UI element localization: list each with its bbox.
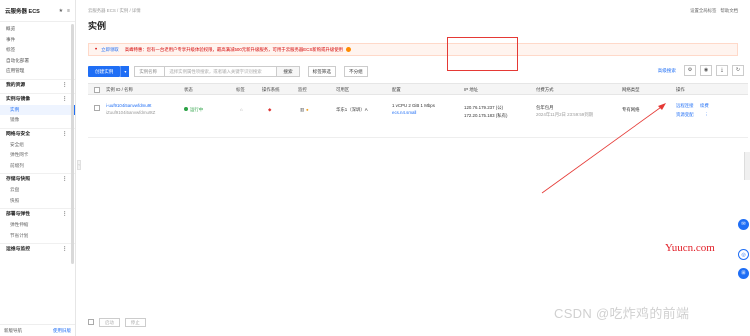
sidebar-item[interactable]: 安全组 (0, 140, 75, 151)
sidebar-header: 云服务器 ECS ★ ≡ (0, 0, 75, 22)
notice-bullet-icon: • (95, 46, 98, 53)
feedback-side-tab[interactable] (744, 152, 750, 180)
toolbar: 创建实例 ▾ 实例名称 选择实例属性项搜索，或者输入关键字识别搜索 搜索 标签筛… (88, 65, 744, 77)
group-toggle-icon[interactable]: ⋮ (62, 129, 67, 140)
sidebar-item[interactable]: 标签 (0, 45, 75, 56)
search-field-select[interactable]: 实例名称 (134, 65, 166, 77)
notice-claim-link[interactable]: 立即领取 (101, 47, 119, 53)
sidebar-group-label: 存储与快照 (6, 177, 30, 182)
menu-icon[interactable]: ≡ (67, 8, 70, 14)
sidebar-group-label: 运维与监控 (6, 247, 30, 252)
sidebar-group[interactable]: 运维与监控 ⋮ (0, 243, 75, 255)
new-nav-link[interactable]: 新版导航 (4, 328, 22, 334)
start-button[interactable]: 启动 (99, 317, 120, 327)
sidebar-collapse-handle[interactable]: ‹ (77, 160, 81, 170)
tag-icon[interactable]: ⌂ (240, 107, 243, 112)
group-toggle-icon[interactable]: ⋮ (62, 80, 67, 91)
breadcrumb: 云服务器 ECS / 实例 / 详情 (88, 8, 141, 13)
instance-name: iZuuf9104i5anvwfdmu9tZ (106, 110, 156, 115)
renew-link[interactable]: 续费 (700, 103, 709, 109)
notice-badge-icon (346, 47, 352, 52)
select-all-checkbox[interactable] (94, 87, 100, 93)
resize-link[interactable]: 资源变配 (676, 112, 694, 118)
sidebar-group[interactable]: 实例与镜像 ⋮ (0, 92, 75, 105)
help-doc-link[interactable]: 帮助文档 (720, 8, 738, 14)
create-instance-button[interactable]: 创建实例 (88, 65, 121, 77)
status-dot-icon (184, 107, 188, 111)
bottom-select-all-checkbox[interactable] (88, 319, 94, 325)
global-tag-link[interactable]: 设置全局标签 (690, 8, 716, 14)
group-select[interactable]: 不分组 (343, 65, 368, 77)
table-header: 实例 ID / 名称 状态 标签 操作系统 监控 可用区 配置 IP 地址 付费… (88, 83, 748, 95)
sidebar-item[interactable]: 应用管理 (0, 66, 75, 77)
sidebar-group-label: 实例与镜像 (6, 96, 30, 102)
search-input[interactable]: 选择实例属性项搜索，或者输入关键字识别搜索 (165, 65, 278, 77)
star-icon[interactable]: ★ (59, 8, 63, 14)
sidebar-item[interactable]: 云盘 (0, 185, 75, 196)
public-ip: 120.76.179.237 (公) (464, 105, 504, 110)
promo-notice: • 立即领取 高峰特惠：您有一台老用户专享升级体验权限，最高满减500元新升级服… (88, 43, 738, 56)
annotation-arrow (541, 103, 666, 194)
sidebar-group-label: 网络与安全 (6, 131, 30, 137)
search-button[interactable]: 搜索 (277, 65, 300, 77)
sidebar-item[interactable]: 事件 (0, 35, 75, 46)
stop-button[interactable]: 停止 (124, 317, 146, 327)
instance-id-link[interactable]: i-uuf9104i5anvwfdmu9t (106, 103, 151, 108)
robot-icon[interactable]: ◎ (738, 249, 749, 260)
sidebar-item[interactable]: 镜像 (0, 115, 75, 126)
main-content: 云服务器 ECS / 实例 / 详情 设置全局标签 帮助文档 实例 • 立即领取… (84, 0, 748, 336)
sidebar-item[interactable]: 前缀列 (0, 161, 75, 172)
config-value: 1 vCPU 2 GiB 1 Mbps (392, 103, 435, 108)
eye-icon[interactable]: ◉ (700, 65, 712, 76)
monitor-chart-icon[interactable]: ▥ (300, 107, 304, 113)
sidebar-item[interactable]: 弹性网卡 (0, 150, 75, 161)
sidebar-nav: 概览 事件 标签 自动化部署 应用管理 我的资源 ⋮ 实例与镜像 ⋮ 实例 镜像 网络与安全 ⋮ 安全组弹… (0, 22, 75, 255)
sidebar-item[interactable]: 弹性伸缩 (0, 220, 75, 231)
status-badge: 运行中 (184, 107, 203, 113)
tag-filter-select[interactable]: 标签筛选 (307, 65, 336, 77)
sidebar: 云服务器 ECS ★ ≡ 概览 事件 标签 自动化部署 应用管理 我的资源 ⋮ 实例与镜像 ⋮ 实… (0, 0, 76, 336)
use-old-version-link[interactable]: 使用旧版 (53, 328, 71, 334)
sidebar-group[interactable]: 我的资源 ⋮ (0, 78, 75, 91)
settings-icon[interactable]: ⚙ (684, 65, 696, 76)
sidebar-group-label: 部署与弹性 (6, 212, 30, 217)
more-actions-icon[interactable]: ⋮ (704, 112, 708, 118)
apps-icon[interactable]: ⊞ (738, 268, 749, 279)
ip-highlight-box (447, 37, 518, 71)
site-watermark: Yuucn.com (665, 242, 715, 254)
sidebar-group-label: 我的资源 (6, 82, 26, 88)
sidebar-scrollbar[interactable] (71, 24, 74, 264)
notice-text: 高峰特惠：您有一台老用户专享升级体验权限，最高满减500元新升级服务，可用于云服… (124, 46, 344, 52)
sidebar-footer: 新版导航 使用旧版 (0, 324, 75, 336)
page-title: 实例 (88, 21, 107, 31)
refresh-icon[interactable]: ↻ (732, 65, 744, 76)
advanced-search-link[interactable]: 高级搜索 (658, 68, 676, 74)
sidebar-item[interactable]: 节省计划 (0, 231, 75, 242)
group-toggle-icon[interactable]: ⋮ (62, 244, 67, 255)
os-icon: ◆ (268, 107, 272, 112)
group-toggle-icon[interactable]: ⋮ (62, 174, 67, 185)
download-icon[interactable]: ⤓ (716, 65, 728, 76)
top-links: 设置全局标签 帮助文档 (690, 8, 738, 14)
chat-icon[interactable]: ✉ (738, 219, 749, 230)
spec-link[interactable]: ecs.n4.small (392, 110, 416, 115)
sidebar-item[interactable]: 快照 (0, 196, 75, 207)
sidebar-group[interactable]: 网络与安全 ⋮ (0, 127, 75, 140)
row-checkbox[interactable] (94, 105, 100, 111)
monitor-alert-icon[interactable]: ● (306, 107, 309, 112)
sidebar-group[interactable]: 部署与弹性 ⋮ (0, 208, 75, 220)
create-dropdown-caret-icon[interactable]: ▾ (120, 65, 130, 77)
sidebar-item[interactable]: 实例 (0, 104, 75, 115)
sidebar-group[interactable]: 存储与快照 ⋮ (0, 173, 75, 185)
group-toggle-icon[interactable]: ⋮ (62, 94, 67, 105)
sidebar-item[interactable]: 自动化部署 (0, 56, 75, 67)
zone-value: 华东1（深圳）A (336, 107, 368, 112)
private-ip: 172.20.175.183 (私有) (464, 113, 508, 118)
remote-connect-link[interactable]: 远程连接 (676, 103, 694, 109)
group-toggle-icon[interactable]: ⋮ (62, 209, 67, 220)
sidebar-item[interactable]: 概览 (0, 24, 75, 35)
csdn-watermark: CSDN @吃炸鸡的前端 (554, 306, 690, 321)
sidebar-title: 云服务器 ECS (5, 8, 40, 15)
